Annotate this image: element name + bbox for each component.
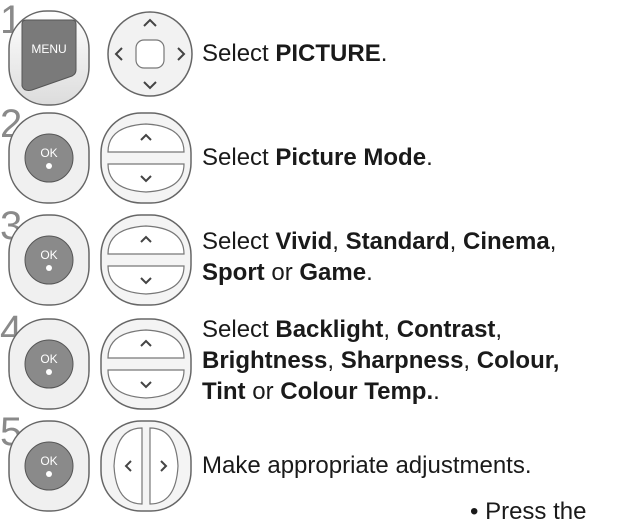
nav-pad-four-way[interactable] — [106, 10, 194, 98]
instruction-text: Select — [202, 40, 276, 67]
nav-pad-up-down[interactable] — [100, 112, 192, 204]
step-1-instruction: Select PICTURE. — [202, 38, 387, 69]
ok-button[interactable]: OK — [8, 318, 90, 410]
option-name: Vivid — [275, 228, 333, 255]
option-name: Picture Mode — [275, 144, 427, 171]
menu-button-label: MENU — [31, 42, 66, 56]
option-name: Contrast — [396, 316, 496, 343]
nav-pad-left-right[interactable] — [100, 420, 192, 512]
option-name: Cinema — [463, 228, 550, 255]
instruction-text: Select — [202, 316, 276, 343]
option-name: PICTURE — [275, 40, 381, 67]
footer-note: • Press the — [470, 498, 587, 525]
step-5-instruction: Make appropriate adjustments. — [202, 450, 532, 481]
option-name: Standard — [345, 228, 450, 255]
option-name: Sport — [202, 259, 265, 286]
ok-button[interactable]: OK — [8, 214, 90, 306]
ok-button-label: OK — [40, 352, 57, 366]
instruction-text: or — [264, 259, 300, 286]
instruction-text: . — [380, 40, 388, 67]
instruction-text: Select — [202, 228, 276, 255]
instruction-text: Select — [202, 144, 276, 171]
instruction-text: , — [549, 228, 557, 255]
option-name: Brightness — [202, 347, 328, 374]
instruction-text: , — [449, 228, 463, 255]
nav-pad-up-down[interactable] — [100, 318, 192, 410]
ok-button-label: OK — [40, 454, 57, 468]
option-name: Game — [299, 259, 367, 286]
step-4-instruction: Select Backlight, Contrast, Brightness, S… — [202, 314, 559, 407]
option-name: Colour, — [476, 347, 560, 374]
instruction-text: . — [426, 144, 433, 171]
option-name: Sharpness — [340, 347, 464, 374]
step-2-instruction: Select Picture Mode. — [202, 142, 433, 173]
option-name: Tint — [202, 378, 246, 405]
nav-pad-up-down[interactable] — [100, 214, 192, 306]
instruction-text: . — [433, 378, 440, 405]
instruction-text: , — [332, 228, 346, 255]
step-3-instruction: Select Vivid, Standard, Cinema, Sport or … — [202, 226, 556, 288]
instruction-text: , — [463, 347, 477, 374]
option-name: Backlight — [275, 316, 384, 343]
instruction-text: . — [366, 259, 373, 286]
ok-button[interactable]: OK — [8, 420, 90, 512]
instruction-text: Make appropriate adjustments. — [202, 452, 532, 479]
instruction-text: , — [495, 316, 503, 343]
instruction-text: , — [327, 347, 341, 374]
ok-button-label: OK — [40, 248, 57, 262]
option-name: Colour Temp. — [280, 378, 434, 405]
ok-button[interactable]: OK — [8, 112, 90, 204]
ok-button-label: OK — [40, 146, 57, 160]
instruction-text: or — [245, 378, 281, 405]
instruction-text: , — [383, 316, 397, 343]
menu-button[interactable]: MENU — [8, 10, 90, 106]
